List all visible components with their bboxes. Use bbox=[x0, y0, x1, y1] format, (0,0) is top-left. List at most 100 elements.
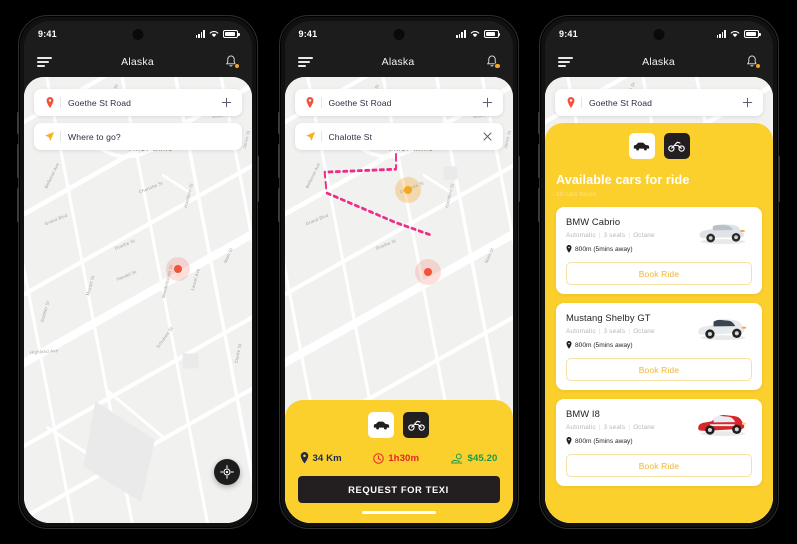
car-thumbnail bbox=[694, 216, 752, 247]
field-divider bbox=[60, 131, 61, 142]
car-image bbox=[699, 224, 746, 245]
phone-side-button[interactable] bbox=[538, 188, 540, 222]
car-name: BMW I8 bbox=[566, 408, 600, 419]
car-card[interactable]: Mustang Shelby GT Automatic | 3 seats | Octan… bbox=[556, 303, 762, 390]
signal-bars-icon bbox=[716, 30, 726, 38]
pickup-location-field[interactable]: Goethe St Road bbox=[555, 89, 763, 116]
map-pin-icon bbox=[566, 341, 572, 349]
vehicle-option-car[interactable] bbox=[368, 412, 394, 438]
field-divider bbox=[581, 97, 582, 108]
book-ride-button[interactable]: Book Ride bbox=[566, 358, 752, 381]
vehicle-option-car[interactable] bbox=[628, 133, 655, 159]
trip-distance-value: 34 Km bbox=[312, 452, 342, 464]
trip-price-value: $45.20 bbox=[467, 452, 498, 464]
car-card[interactable]: BMW I8 Automatic | 3 seats | Octane 800m (5min… bbox=[556, 399, 762, 486]
notification-badge bbox=[754, 62, 761, 69]
destination-location-value: Chalotte St bbox=[328, 131, 373, 142]
car-card[interactable]: BMW Cabrio Automatic | 3 seats | Octane 800m (… bbox=[556, 207, 762, 294]
map-pin-icon bbox=[304, 97, 317, 108]
page-title: Alaska bbox=[642, 56, 675, 68]
field-divider bbox=[320, 131, 322, 142]
three-phone-mockup-stage: 9:41 Alaska FIRST WARD Jarvis St Bellevu… bbox=[0, 0, 797, 544]
car-distance: 800m (5mins away) bbox=[566, 245, 688, 253]
screen-body: Wilson St Rex Ave Goe bbox=[545, 77, 773, 523]
signal-bars-icon bbox=[195, 30, 205, 38]
car-specs: Automatic | 3 seats | Octane bbox=[566, 328, 688, 335]
trip-distance: 34 Km bbox=[300, 452, 342, 464]
phone-side-button[interactable] bbox=[17, 188, 19, 222]
trip-stats-row: 34 Km 1h30m $45.20 bbox=[298, 452, 500, 464]
notification-bell-icon[interactable] bbox=[484, 54, 501, 70]
spec-separator: | bbox=[598, 232, 601, 239]
hamburger-menu-icon[interactable] bbox=[558, 57, 573, 67]
destination-marker bbox=[394, 177, 421, 203]
plus-icon[interactable] bbox=[220, 97, 233, 108]
car-list: BMW Cabrio Automatic | 3 seats | Octane 800m (… bbox=[556, 207, 762, 486]
car-icon bbox=[373, 421, 389, 429]
car-image bbox=[698, 415, 747, 437]
location-search-stack: Goethe St Road bbox=[555, 89, 763, 123]
destination-location-field[interactable]: Chalotte St bbox=[294, 123, 503, 150]
map-pin-icon bbox=[300, 452, 308, 464]
spec-separator: | bbox=[598, 328, 601, 335]
map-pin-icon bbox=[566, 245, 572, 253]
location-search-stack: Goethe St Road bbox=[294, 89, 503, 157]
screen-body: Wilson StRex AveGrace StFIRST WARDJarvis… bbox=[284, 77, 513, 523]
pickup-location-value: Goethe St Road bbox=[68, 97, 132, 108]
hamburger-menu-icon[interactable] bbox=[37, 57, 52, 67]
signal-bars-icon bbox=[456, 30, 466, 38]
status-bar-time: 9:41 bbox=[38, 29, 57, 39]
car-distance: 800m (5mins away) bbox=[566, 437, 688, 445]
phone-side-button[interactable] bbox=[17, 112, 19, 134]
phone-side-button[interactable] bbox=[538, 112, 540, 134]
notification-bell-icon[interactable] bbox=[223, 54, 240, 70]
camera-punch-hole bbox=[393, 29, 404, 40]
phone-side-button[interactable] bbox=[17, 144, 19, 178]
car-card-header: BMW Cabrio Automatic | 3 seats | Octane 800m (… bbox=[566, 216, 752, 253]
crosshair-locate-icon[interactable] bbox=[214, 459, 240, 485]
notification-bell-icon[interactable] bbox=[744, 54, 761, 70]
car-thumbnail bbox=[694, 408, 752, 439]
phone-power-button[interactable] bbox=[517, 156, 520, 202]
plus-icon[interactable] bbox=[481, 97, 494, 108]
page-title: Alaska bbox=[121, 56, 154, 68]
phone-power-button[interactable] bbox=[257, 156, 259, 202]
vehicle-option-motorbike[interactable] bbox=[403, 412, 429, 438]
page-title: Alaska bbox=[381, 56, 415, 68]
car-transmission: Automatic bbox=[566, 328, 596, 335]
phone-side-button[interactable] bbox=[538, 144, 540, 178]
book-ride-button[interactable]: Book Ride bbox=[566, 454, 752, 477]
status-bar: 9:41 bbox=[545, 21, 773, 47]
phone-side-button[interactable] bbox=[277, 144, 280, 178]
plus-icon[interactable] bbox=[741, 97, 754, 108]
trip-duration: 1h30m bbox=[373, 453, 419, 464]
book-ride-button[interactable]: Book Ride bbox=[566, 262, 752, 285]
status-bar-time: 9:41 bbox=[298, 29, 318, 39]
phone-side-button[interactable] bbox=[277, 188, 280, 222]
car-name: BMW Cabrio bbox=[566, 216, 621, 227]
destination-location-field[interactable]: Where to go? bbox=[34, 123, 242, 150]
car-icon bbox=[633, 142, 650, 150]
cars-found-count: 18 cars found bbox=[556, 191, 596, 198]
notification-badge bbox=[494, 62, 501, 69]
vehicle-option-motorbike[interactable] bbox=[663, 133, 690, 159]
field-divider bbox=[60, 97, 61, 108]
car-distance-value: 800m (5mins away) bbox=[575, 341, 633, 349]
pickup-location-field[interactable]: Goethe St Road bbox=[294, 89, 503, 116]
car-specs: Automatic | 3 seats | Octane bbox=[566, 232, 688, 239]
status-bar-time: 9:41 bbox=[559, 29, 578, 39]
car-seats: 3 seats bbox=[603, 328, 626, 335]
car-image bbox=[698, 319, 747, 341]
screen-body: Wilson StRex AveGrace StFIRST WARDJarvis… bbox=[24, 77, 252, 523]
home-indicator bbox=[361, 511, 436, 514]
vehicle-type-toggle bbox=[298, 412, 500, 438]
phone-power-button[interactable] bbox=[778, 156, 780, 202]
app-header: Alaska bbox=[24, 47, 252, 77]
close-x-icon[interactable] bbox=[481, 131, 494, 142]
phone-side-button[interactable] bbox=[277, 112, 280, 134]
hamburger-menu-icon[interactable] bbox=[297, 57, 313, 67]
available-cars-title: Available cars for ride bbox=[556, 173, 690, 187]
request-taxi-button[interactable]: REQUEST FOR TEXI bbox=[297, 476, 500, 503]
pickup-location-field[interactable]: Goethe St Road bbox=[34, 89, 242, 116]
clock-icon bbox=[373, 452, 384, 464]
